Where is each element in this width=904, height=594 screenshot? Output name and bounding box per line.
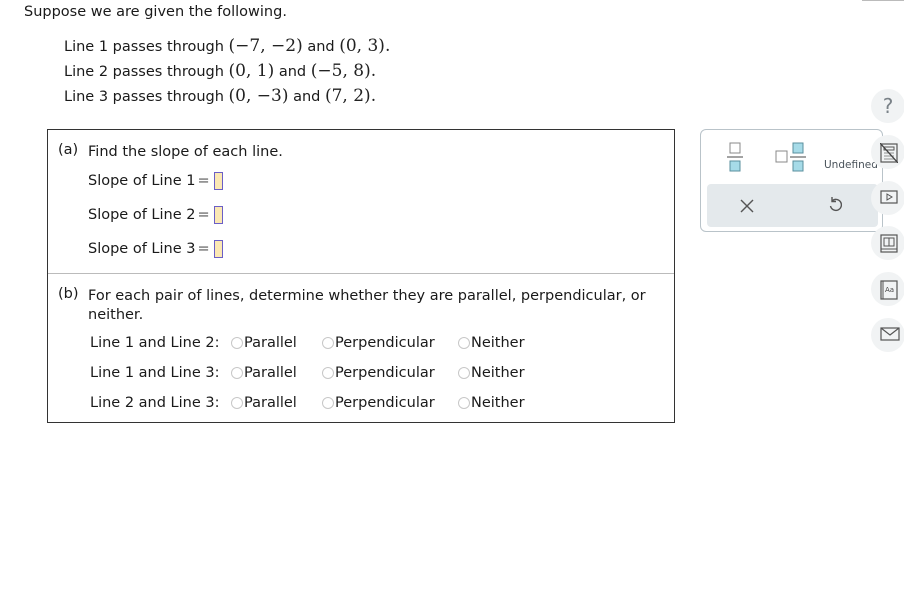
line-1-point-1: (−7, −2) [228,36,303,56]
radio-button[interactable] [458,337,470,349]
slope-line-2-input[interactable] [213,206,223,224]
top-scroll-edge [862,0,904,1]
period: . [370,61,377,81]
part-a-label: (a) [58,142,79,158]
option-parallel[interactable]: Parallel [231,365,322,381]
intro-text: Suppose we are given the following. [24,4,287,20]
close-icon [740,199,754,213]
period: . [384,36,391,56]
line-3-prefix: Line 3 passes through [64,89,224,105]
part-a-instruction: Find the slope of each line. [88,144,283,160]
option-label: Parallel [244,365,297,381]
pair-label: Line 2 and Line 3: [90,395,220,411]
pair-label: Line 1 and Line 2: [90,335,220,351]
option-perpendicular[interactable]: Perpendicular [322,335,458,351]
pair-row-2-3: Line 2 and Line 3: Parallel Perpendicula… [90,395,525,411]
slope-row-line-1: Slope of Line 1 = [88,172,223,190]
option-neither[interactable]: Neither [458,365,525,381]
message-button[interactable] [871,318,904,352]
glossary-icon: Aa [880,280,898,300]
option-label: Parallel [244,395,297,411]
line-1-definition: Line 1 passes through (−7, −2) and (0, 3… [64,34,390,59]
radio-button[interactable] [458,397,470,409]
math-palette: Undefined [700,129,883,232]
line-2-point-1: (0, 1) [228,61,275,81]
equals-sign: = [197,241,210,257]
pair-label: Line 1 and Line 3: [90,365,220,381]
help-icon: ? [882,94,894,118]
textbook-icon [880,234,898,253]
option-label: Neither [471,365,525,381]
option-label: Perpendicular [335,335,435,351]
calculator-button[interactable] [871,135,904,169]
help-button[interactable]: ? [871,89,904,123]
slope-row-line-2: Slope of Line 2 = [88,206,223,224]
option-perpendicular[interactable]: Perpendicular [322,395,458,411]
radio-button[interactable] [231,397,243,409]
palette-top-row: Undefined [701,140,882,180]
radio-button[interactable] [231,367,243,379]
line-3-definition: Line 3 passes through (0, −3) and (7, 2)… [64,84,390,109]
fraction-button[interactable] [725,142,745,172]
slope-line-1-input[interactable] [213,172,223,190]
option-label: Perpendicular [335,395,435,411]
glossary-button[interactable]: Aa [871,272,904,306]
calculator-icon [880,143,898,163]
option-label: Perpendicular [335,365,435,381]
video-icon [880,190,898,204]
slope-label: Slope of Line 3 [88,241,196,257]
equals-sign: = [197,173,210,189]
video-button[interactable] [871,181,904,215]
radio-button[interactable] [322,397,334,409]
and-text: and [278,64,307,80]
pair-row-1-3: Line 1 and Line 3: Parallel Perpendicula… [90,365,525,381]
svg-text:Aa: Aa [885,286,894,294]
period: . [370,86,377,106]
undefined-button[interactable]: Undefined [824,159,878,171]
option-neither[interactable]: Neither [458,335,525,351]
pair-row-1-2: Line 1 and Line 2: Parallel Perpendicula… [90,335,525,351]
line-2-prefix: Line 2 passes through [64,64,224,80]
option-label: Parallel [244,335,297,351]
part-a: (a) Find the slope of each line. Slope o… [48,130,674,274]
radio-button[interactable] [231,337,243,349]
question-box: (a) Find the slope of each line. Slope o… [47,129,675,423]
line-3-point-1: (0, −3) [228,86,289,106]
option-label: Neither [471,395,525,411]
slope-row-line-3: Slope of Line 3 = [88,240,223,258]
line-1-point-2: (0, 3) [339,36,385,56]
radio-button[interactable] [458,367,470,379]
slope-label: Slope of Line 2 [88,207,196,223]
undo-button[interactable] [828,196,843,218]
fraction-icon [727,142,743,172]
slope-label: Slope of Line 1 [88,173,196,189]
line-1-prefix: Line 1 passes through [64,39,224,55]
clear-button[interactable] [740,198,754,217]
textbook-button[interactable] [871,226,904,260]
undo-icon [829,197,843,212]
option-perpendicular[interactable]: Perpendicular [322,365,458,381]
equals-sign: = [197,207,210,223]
mixed-number-button[interactable] [775,142,807,172]
option-parallel[interactable]: Parallel [231,395,322,411]
part-b-instruction-line-1: For each pair of lines, determine whethe… [88,288,646,304]
slope-line-3-input[interactable] [213,240,223,258]
mixed-number-icon [775,142,806,172]
palette-bottom-row [707,184,878,227]
line-definitions: Line 1 passes through (−7, −2) and (0, 3… [64,34,390,109]
option-label: Neither [471,335,525,351]
line-2-definition: Line 2 passes through (0, 1) and (−5, 8)… [64,59,390,84]
radio-button[interactable] [322,337,334,349]
line-2-point-2: (−5, 8) [310,61,371,81]
line-3-point-2: (7, 2) [324,86,371,106]
option-parallel[interactable]: Parallel [231,335,322,351]
part-b-instruction-line-2: neither. [88,307,144,323]
option-neither[interactable]: Neither [458,395,525,411]
message-icon [880,327,900,341]
and-text: and [307,39,335,55]
and-text: and [293,89,321,105]
radio-button[interactable] [322,367,334,379]
part-b-label: (b) [58,286,79,302]
